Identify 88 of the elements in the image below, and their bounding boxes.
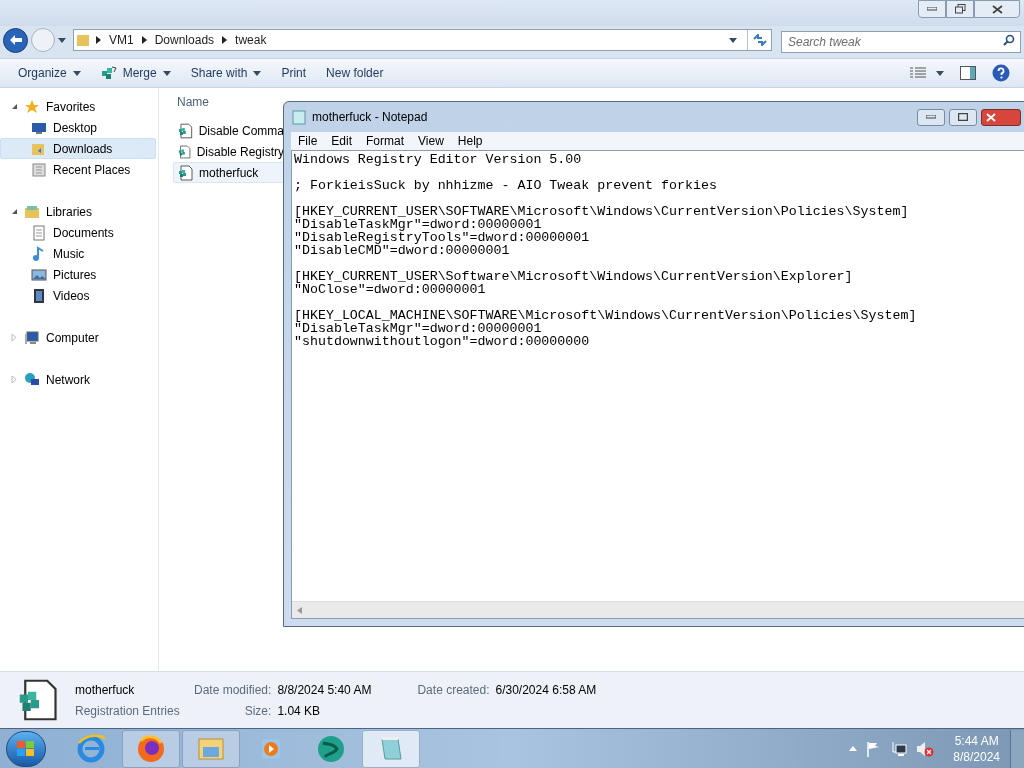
star-icon — [24, 98, 40, 115]
registry-blocks-icon — [100, 65, 117, 81]
nav-item[interactable]: Pictures — [0, 264, 156, 285]
detail-value: 8/8/2024 5:40 AM — [277, 681, 372, 699]
column-header[interactable]: Name — [177, 93, 287, 114]
caret-icon — [72, 70, 81, 76]
nav-item[interactable]: Computer — [0, 327, 156, 348]
chevron-icon — [141, 36, 147, 44]
pictures-icon — [31, 266, 47, 283]
menu-item[interactable]: View — [411, 132, 451, 150]
nav-item[interactable]: Favorites — [0, 96, 156, 117]
minimize-icon — [927, 7, 937, 11]
nav-item[interactable]: Network — [0, 369, 156, 390]
detail-value: 6/30/2024 6:58 AM — [495, 681, 597, 699]
back-button[interactable] — [3, 27, 28, 53]
computer-icon — [24, 329, 40, 346]
caret-icon — [162, 70, 171, 76]
speaker-muted-icon[interactable] — [916, 740, 935, 757]
detail-value: 1.04 KB — [277, 702, 322, 720]
close-button[interactable] — [974, 0, 1020, 18]
preview-pane-icon — [960, 66, 976, 80]
detail-label: Date created: — [416, 681, 490, 699]
horizontal-scrollbar[interactable] — [292, 601, 1024, 618]
nav-item[interactable]: Desktop — [0, 117, 156, 138]
file-name: motherfuck — [75, 681, 136, 699]
collapse-arrow-icon[interactable] — [11, 208, 18, 215]
menu-item[interactable]: Format — [359, 132, 412, 150]
toolbar-button[interactable]: Share with — [180, 61, 272, 85]
back-arrow-icon — [9, 35, 22, 45]
breadcrumb-item[interactable]: tweak — [233, 31, 269, 49]
nav-item[interactable]: Libraries — [0, 201, 156, 222]
search-icon — [1003, 34, 1015, 46]
nav-item[interactable]: Documents — [0, 222, 156, 243]
caret-icon — [58, 37, 66, 43]
libraries-icon — [24, 203, 40, 220]
chevron-icon — [222, 36, 228, 44]
search-field[interactable]: Search tweak — [781, 31, 1021, 53]
show-hidden-icons-icon[interactable] — [849, 746, 858, 751]
registry-file-icon — [178, 122, 194, 139]
toolbar-button[interactable]: Merge — [90, 61, 181, 85]
address-bar[interactable]: VM1 Downloads tweak — [73, 29, 772, 51]
registry-file-icon — [178, 164, 194, 181]
menu-item[interactable]: Help — [450, 132, 490, 150]
help-icon — [992, 64, 1010, 82]
nav-item[interactable]: Recent Places — [0, 159, 156, 180]
start-button[interactable] — [6, 730, 46, 767]
chevron-icon — [96, 36, 101, 44]
file-type: Registration Entries — [75, 702, 180, 720]
menu-item[interactable]: File — [291, 132, 325, 150]
caret-icon — [729, 37, 737, 43]
detail-label: Size: — [243, 702, 272, 720]
nav-item[interactable]: Videos — [0, 285, 156, 306]
close-icon — [986, 112, 996, 122]
taskbar-app[interactable] — [122, 729, 180, 768]
restore-icon — [954, 4, 966, 14]
toolbar-button[interactable]: Organize — [8, 61, 91, 85]
maximize-icon — [958, 113, 968, 121]
nav-item[interactable]: Downloads — [0, 138, 156, 159]
maximize-button[interactable] — [949, 108, 977, 126]
minimize-icon — [926, 115, 936, 119]
scroll-left-icon — [297, 606, 302, 614]
file-row[interactable]: Disable Comma — [173, 120, 285, 141]
file-row[interactable]: motherfuck — [173, 162, 285, 183]
network-icon — [24, 371, 40, 388]
breadcrumb-item[interactable]: VM1 — [107, 31, 136, 49]
caret-icon — [253, 70, 262, 76]
recent-icon — [31, 161, 47, 178]
network-icon[interactable] — [891, 740, 908, 757]
menu-item[interactable]: Edit — [324, 132, 360, 150]
file-row[interactable]: Disable Registry — [173, 141, 285, 162]
toolbar-button[interactable]: New folder — [316, 61, 394, 85]
close-icon — [991, 4, 1003, 14]
close-button[interactable] — [981, 108, 1021, 126]
videos-icon — [31, 287, 47, 304]
details-view-icon — [910, 67, 926, 79]
caret-icon — [936, 70, 944, 76]
registry-file-icon — [178, 143, 192, 160]
detail-label: Date modified: — [194, 681, 272, 699]
breadcrumb-item[interactable]: Downloads — [152, 31, 217, 49]
notepad-icon — [292, 109, 306, 125]
nav-item[interactable]: Music — [0, 243, 156, 264]
folder-icon — [76, 33, 90, 47]
toolbar-button[interactable]: Print — [271, 61, 317, 85]
collapse-arrow-icon[interactable] — [11, 103, 18, 110]
restore-button[interactable] — [946, 0, 974, 18]
window-title: motherfuck - Notepad — [312, 109, 428, 126]
refresh-arrows-icon — [752, 34, 767, 46]
documents-icon — [31, 224, 47, 241]
